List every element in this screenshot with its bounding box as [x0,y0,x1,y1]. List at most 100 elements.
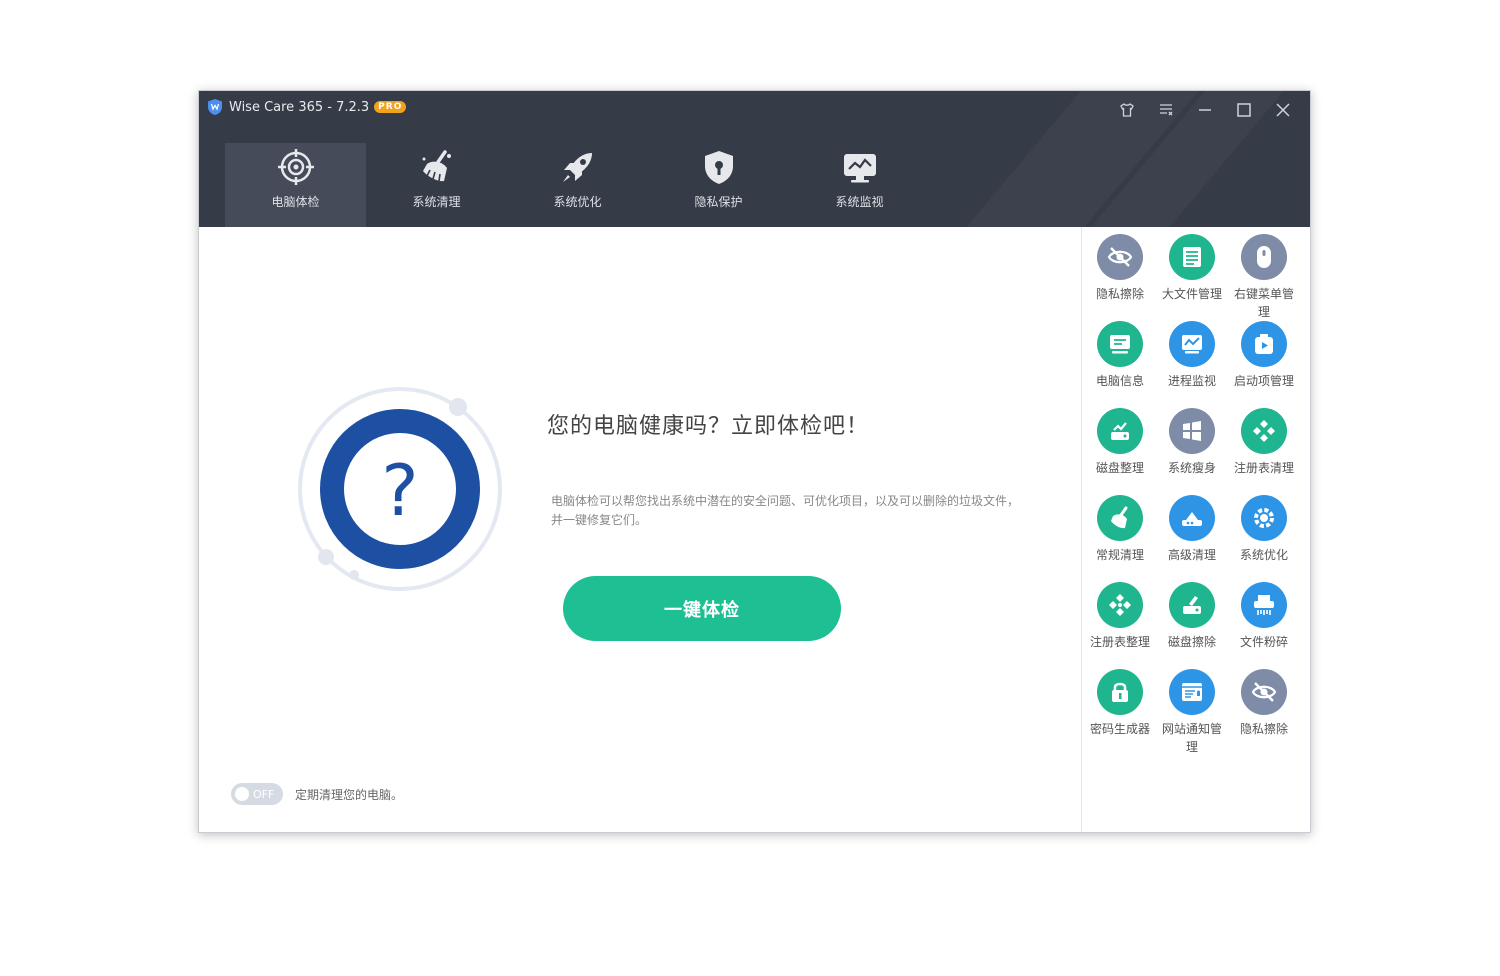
tool-disk-defrag[interactable]: 磁盘整理 [1084,408,1156,495]
toggle-state-label: OFF [253,787,275,801]
process-monitor-icon [1182,335,1202,354]
tool-registry-defrag[interactable]: 注册表整理 [1084,582,1156,669]
tab-label: 系统清理 [412,195,461,209]
tool-icon-bg [1097,495,1143,541]
tool-system-optimizer[interactable]: 系统优化 [1228,495,1300,582]
tool-process-monitor[interactable]: 进程监视 [1156,321,1228,408]
app-logo-icon [208,99,222,115]
health-status-graphic: ? [298,387,502,591]
tool-label: 注册表整理 [1089,635,1150,649]
scan-now-button[interactable]: 一键体检 [563,576,841,641]
toggle-knob [235,787,249,801]
tools-grid: 隐私擦除 大文件管理 右键菜单管理 电脑信息 进程监视 启动项管理 磁盘整理 系… [1084,234,1300,756]
tool-icon-bg [1169,495,1215,541]
pro-badge: PRO [374,101,407,113]
tool-label: 电脑信息 [1095,374,1144,388]
tool-context-menu-manager[interactable]: 右键菜单管理 [1228,234,1300,321]
tool-icon-bg [1169,408,1215,454]
tab-label: 系统监视 [835,195,884,209]
tool-startup-manager[interactable]: 启动项管理 [1228,321,1300,408]
tool-label: 隐私擦除 [1239,722,1288,736]
tools-sidebar: 隐私擦除 大文件管理 右键菜单管理 电脑信息 进程监视 启动项管理 磁盘整理 系… [1081,227,1310,832]
tool-label: 磁盘整理 [1095,461,1144,475]
tab-system-tuneup[interactable]: 系统优化 [507,143,648,227]
tool-icon-bg [1241,408,1287,454]
disk-defrag-icon [1111,422,1129,440]
tool-icon-bg [1241,669,1287,715]
tool-label: 密码生成器 [1089,722,1150,736]
web-notify-icon [1182,683,1202,701]
menu-button[interactable] [1146,99,1185,121]
close-icon [1275,103,1290,117]
tool-icon-bg [1169,669,1215,715]
eye-off-icon [1251,682,1277,702]
broom-icon [1111,506,1128,529]
disk-eraser-icon [1183,596,1201,614]
tool-label: 网站通知管理 [1161,722,1222,754]
tool-password-generator[interactable]: 密码生成器 [1084,669,1156,756]
tool-large-file-manager[interactable]: 大文件管理 [1156,234,1228,321]
registry-defrag-icon [1109,594,1131,616]
tool-label: 启动项管理 [1233,374,1294,388]
tool-file-shredder[interactable]: 文件粉碎 [1228,582,1300,669]
tool-label: 高级清理 [1167,548,1216,562]
broom-icon [422,150,451,182]
tool-pc-info[interactable]: 电脑信息 [1084,321,1156,408]
advanced-clean-icon [1182,512,1202,526]
tool-privacy-eraser[interactable]: 隐私擦除 [1084,234,1156,321]
title-bar: Wise Care 365 - 7.2.3 PRO 电脑体检 系统清理 系统优化… [199,91,1310,227]
close-button[interactable] [1263,99,1302,121]
tool-icon-bg [1169,321,1215,367]
tool-label: 右键菜单管理 [1233,287,1294,319]
tool-icon-bg [1097,408,1143,454]
tool-icon-bg [1097,582,1143,628]
tool-label: 系统瘦身 [1167,461,1216,475]
rocket-icon [562,153,592,182]
skin-icon [1119,103,1134,117]
tab-system-cleaner[interactable]: 系统清理 [366,143,507,227]
auto-clean-toggle[interactable]: OFF [231,783,283,805]
tool-disk-eraser[interactable]: 磁盘擦除 [1156,582,1228,669]
tab-system-monitor[interactable]: 系统监视 [789,143,930,227]
tool-label: 进程监视 [1167,374,1216,388]
tool-icon-bg [1169,234,1215,280]
tab-label: 系统优化 [553,195,602,209]
tool-registry-cleaner[interactable]: 注册表清理 [1228,408,1300,495]
tool-label: 常规清理 [1095,548,1144,562]
checkup-description: 电脑体检可以帮您找出系统中潜在的安全问题、可优化项目，以及可以删除的垃圾文件，并… [551,494,1020,527]
registry-clean-icon [1253,420,1275,442]
tool-web-notification-manager[interactable]: 网站通知管理 [1156,669,1228,756]
tab-label: 电脑体检 [271,195,320,209]
file-list-icon [1183,247,1201,267]
minimize-icon [1198,109,1211,111]
checkup-panel: ? 您的电脑健康吗？立即体检吧！ 电脑体检可以帮您找出系统中潜在的安全问题、可优… [199,227,1081,832]
tool-icon-bg [1241,234,1287,280]
tool-label: 磁盘擦除 [1167,635,1216,649]
tool-icon-bg [1241,321,1287,367]
tool-privacy-eraser-2[interactable]: 隐私擦除 [1228,669,1300,756]
tool-icon-bg [1169,582,1215,628]
tool-icon-bg [1241,495,1287,541]
checkup-headline: 您的电脑健康吗？立即体检吧！ [547,414,870,439]
lock-icon [1112,682,1128,702]
tool-advanced-cleaner[interactable]: 高级清理 [1156,495,1228,582]
computer-icon [1110,335,1130,354]
app-window: Wise Care 365 - 7.2.3 PRO 电脑体检 系统清理 系统优化… [198,90,1311,833]
tab-privacy-protector[interactable]: 隐私保护 [648,143,789,227]
skin-button[interactable] [1107,99,1146,121]
target-icon [277,149,314,185]
tool-common-cleaner[interactable]: 常规清理 [1084,495,1156,582]
maximize-button[interactable] [1224,99,1263,121]
tool-label: 文件粉碎 [1239,635,1288,649]
startup-icon [1255,334,1273,354]
tab-label: 隐私保护 [694,195,743,209]
tab-pc-checkup[interactable]: 电脑体检 [225,143,366,227]
eye-off-icon [1107,247,1133,267]
tool-label: 系统优化 [1239,548,1288,562]
windows-icon [1183,421,1201,441]
minimize-button[interactable] [1185,99,1224,121]
app-title-text: Wise Care 365 - 7.2.3 [229,99,370,115]
question-mark-icon: ? [381,450,418,532]
tool-icon-bg [1097,321,1143,367]
tool-system-slimming[interactable]: 系统瘦身 [1156,408,1228,495]
